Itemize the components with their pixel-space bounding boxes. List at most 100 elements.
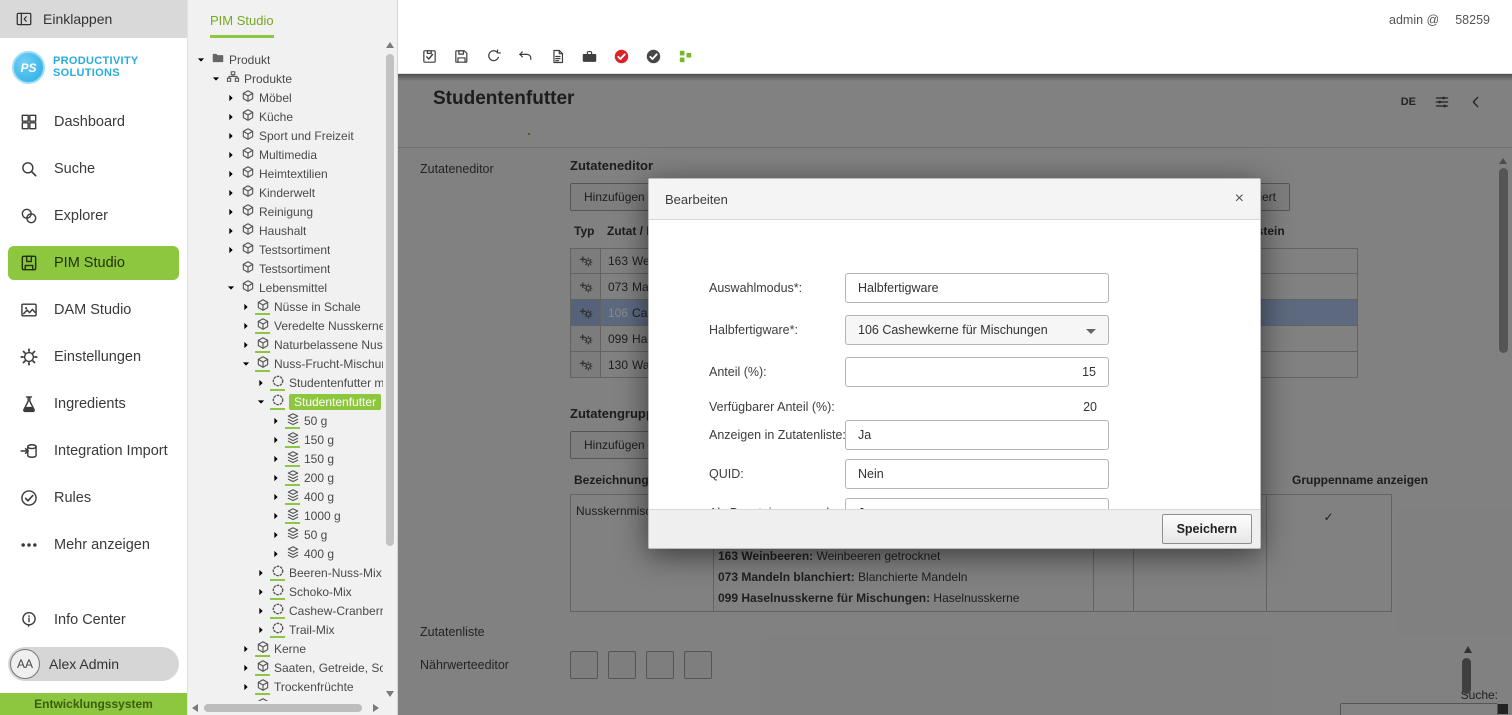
tree-item[interactable]: Zucker xyxy=(192,696,383,701)
halbfertigware-select[interactable]: 106 Cashewkerne für Mischungen xyxy=(845,315,1109,345)
tree-chevron-icon[interactable] xyxy=(241,302,251,312)
toolbar-icon[interactable] xyxy=(581,48,598,65)
sidebar-nav-item[interactable]: PIM Studio xyxy=(8,246,179,280)
toolbar-icon[interactable] xyxy=(677,48,694,65)
tree-item[interactable]: Sport und Freizeit xyxy=(192,126,383,145)
sidebar-nav-item[interactable]: Suche xyxy=(8,152,179,186)
tree-chevron-icon[interactable] xyxy=(226,112,236,122)
tree-item[interactable]: 1000 g xyxy=(192,506,383,525)
toolbar-icon[interactable] xyxy=(613,48,630,65)
tree-chevron-icon[interactable] xyxy=(226,245,236,255)
collapse-sidebar-button[interactable]: Einklappen xyxy=(0,0,187,38)
tree-panel-tab[interactable]: PIM Studio xyxy=(210,13,274,38)
tree-chevron-icon[interactable] xyxy=(226,283,236,293)
tree-item[interactable]: 400 g xyxy=(192,487,383,506)
tree-item[interactable]: Naturbelassene Nussk xyxy=(192,335,383,354)
tree-item[interactable]: Veredelte Nusskerne & xyxy=(192,316,383,335)
toolbar-icon[interactable] xyxy=(421,48,438,65)
tree-chevron-icon[interactable] xyxy=(241,321,251,331)
tree-chevron-icon[interactable] xyxy=(256,397,266,407)
tree-item[interactable]: Multimedia xyxy=(192,145,383,164)
tree-chevron-icon[interactable] xyxy=(271,530,281,540)
sidebar-item-info-center[interactable]: Info Center xyxy=(8,603,179,637)
tree-chevron-icon[interactable] xyxy=(226,150,236,160)
toolbar-icon[interactable] xyxy=(453,48,470,65)
tree-chevron-icon[interactable] xyxy=(271,511,281,521)
tree-item[interactable]: Lebensmittel xyxy=(192,278,383,297)
tree-chevron-icon[interactable] xyxy=(196,55,206,65)
tree-item[interactable]: Nüsse in Schale xyxy=(192,297,383,316)
tree-item[interactable]: 200 g xyxy=(192,468,383,487)
tree-item[interactable]: Trockenfrüchte xyxy=(192,677,383,696)
tree-chevron-icon[interactable] xyxy=(241,663,251,673)
save-button[interactable]: Speichern xyxy=(1162,514,1252,544)
tree-chevron-icon[interactable] xyxy=(241,682,251,692)
tree-item[interactable]: 400 g xyxy=(192,544,383,563)
sidebar-nav-item[interactable]: Explorer xyxy=(8,199,179,233)
tree-item[interactable]: 150 g xyxy=(192,449,383,468)
sidebar-nav-item[interactable]: Ingredients xyxy=(8,387,179,421)
tree-chevron-icon[interactable] xyxy=(241,644,251,654)
auswahlmodus-input[interactable] xyxy=(845,273,1109,303)
tree-item[interactable]: Haushalt xyxy=(192,221,383,240)
tree-chevron-icon[interactable] xyxy=(211,74,221,84)
toolbar-icon[interactable] xyxy=(645,48,662,65)
tree-item[interactable]: Saaten, Getreide, Sons xyxy=(192,658,383,677)
tree-item[interactable]: Schoko-Mix xyxy=(192,582,383,601)
tree-item[interactable]: Nuss-Frucht-Mischung xyxy=(192,354,383,373)
tree-chevron-icon[interactable] xyxy=(256,625,266,635)
tree-chevron-icon[interactable] xyxy=(226,207,236,217)
tree-item[interactable]: Heimtextilien xyxy=(192,164,383,183)
tree-scroll-thumb-horizontal[interactable] xyxy=(204,704,362,712)
tree-item[interactable]: Testsortiment xyxy=(192,259,383,278)
close-icon[interactable]: × xyxy=(1235,191,1244,207)
tree-chevron-icon[interactable] xyxy=(271,454,281,464)
tree-chevron-icon[interactable] xyxy=(241,701,251,702)
tree-item[interactable]: Küche xyxy=(192,107,383,126)
tree-item[interactable]: Studentenfutter mi xyxy=(192,373,383,392)
anteil-input[interactable] xyxy=(845,357,1109,387)
tree-chevron-icon[interactable] xyxy=(271,435,281,445)
tree-item[interactable]: Möbel xyxy=(192,88,383,107)
tree-chevron-icon[interactable] xyxy=(271,473,281,483)
tree-chevron-icon[interactable] xyxy=(271,492,281,502)
tree-item[interactable]: Reinigung xyxy=(192,202,383,221)
tree-chevron-icon[interactable] xyxy=(271,416,281,426)
tree-horizontal-scrollbar[interactable] xyxy=(190,703,381,713)
toolbar-icon[interactable] xyxy=(549,48,566,65)
scroll-left-arrow[interactable] xyxy=(192,704,198,712)
tree-chevron-icon[interactable] xyxy=(256,568,266,578)
tree-chevron-icon[interactable] xyxy=(271,549,281,559)
tree-chevron-icon[interactable] xyxy=(241,359,251,369)
tree-chevron-icon[interactable] xyxy=(241,340,251,350)
tree-item[interactable]: Testsortiment xyxy=(192,240,383,259)
toolbar-icon[interactable] xyxy=(517,48,534,65)
tree-item[interactable]: Beeren-Nuss-Mix xyxy=(192,563,383,582)
tree-item[interactable]: Kinderwelt xyxy=(192,183,383,202)
tree-item[interactable]: Trail-Mix xyxy=(192,620,383,639)
tree-chevron-icon[interactable] xyxy=(256,378,266,388)
tree-item[interactable]: Studentenfutter xyxy=(192,392,383,411)
scroll-right-arrow[interactable] xyxy=(373,704,379,712)
tree-chevron-icon[interactable] xyxy=(226,93,236,103)
tree-vertical-scrollbar[interactable] xyxy=(385,40,395,699)
sidebar-nav-item[interactable]: DAM Studio xyxy=(8,293,179,327)
anzeigen-input[interactable] xyxy=(845,420,1109,450)
tree-item[interactable]: Produkt xyxy=(192,50,383,69)
tree-chevron-icon[interactable] xyxy=(256,606,266,616)
tree-item[interactable]: Kerne xyxy=(192,639,383,658)
sidebar-nav-item[interactable]: Rules xyxy=(8,481,179,515)
tree-chevron-icon[interactable] xyxy=(256,587,266,597)
toolbar-icon[interactable] xyxy=(485,48,502,65)
tree-item[interactable]: Cashew-Cranberry- xyxy=(192,601,383,620)
tree-chevron-icon[interactable] xyxy=(226,169,236,179)
sidebar-nav-item[interactable]: Dashboard xyxy=(8,105,179,139)
scroll-up-arrow[interactable] xyxy=(386,42,394,48)
sidebar-nav-item[interactable]: Einstellungen xyxy=(8,340,179,374)
tree-scroll-thumb[interactable] xyxy=(386,54,394,546)
tree-chevron-icon[interactable] xyxy=(226,188,236,198)
tree-item[interactable]: 50 g xyxy=(192,411,383,430)
tree-item[interactable]: Produkte xyxy=(192,69,383,88)
scroll-down-arrow[interactable] xyxy=(386,691,394,697)
quid-input[interactable] xyxy=(845,459,1109,489)
